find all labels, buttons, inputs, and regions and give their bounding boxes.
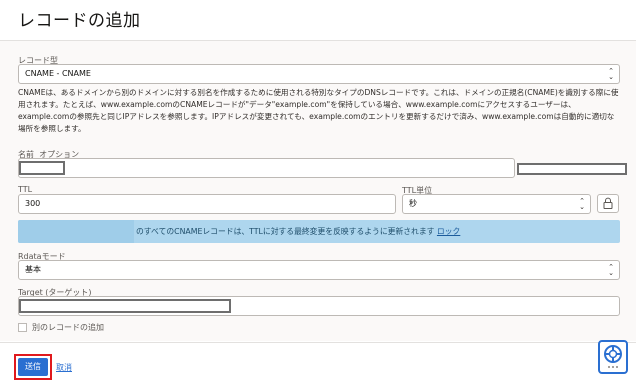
lock-link[interactable]: ロック [437,227,460,236]
ttl-lock-button[interactable] [597,194,619,213]
record-type-value: CNAME - CNAME [25,69,91,78]
name-input[interactable] [18,158,515,178]
cancel-link[interactable]: 取消 [56,362,72,373]
help-lifebuoy-icon [604,345,622,368]
ttl-input[interactable]: 300 [18,194,396,214]
ttl-label: TTL [18,185,33,194]
dialog-header: レコードの追加 [0,0,636,41]
lock-icon [603,197,613,209]
chevron-updown-icon: ⌃ ⌄ [608,263,614,277]
redacted-zone-suffix [517,163,627,175]
ttl-value: 300 [25,199,41,208]
submit-button[interactable]: 送信 [18,358,48,376]
record-type-select[interactable]: CNAME - CNAME ⌃ ⌄ [18,64,620,84]
ttl-info-banner: のすべてのCNAMEレコードは、TTLに対する最終変更を反映するように更新されま… [18,220,620,243]
chevron-updown-icon: ⌃ ⌄ [579,197,585,211]
add-another-label: 別のレコードの追加 [32,323,104,332]
help-button[interactable] [598,340,628,374]
ttl-unit-select[interactable]: 秒 ⌃ ⌄ [402,194,591,214]
redacted-banner-prefix [18,220,134,243]
dialog-title: レコードの追加 [18,11,141,31]
redacted-name-value [19,161,65,175]
add-another-checkbox[interactable] [18,323,27,332]
redacted-target-value [19,299,231,313]
dialog-footer [0,342,636,385]
banner-text: のすべてのCNAMEレコードは、TTLに対する最終変更を反映するように更新されま… [136,226,460,237]
rdata-mode-value: 基本 [25,265,41,274]
chevron-updown-icon: ⌃ ⌄ [608,67,614,81]
add-record-dialog: レコードの追加 レコード型 CNAME - CNAME ⌃ ⌄ CNAMEは、ある… [0,0,636,385]
target-input[interactable] [18,296,620,316]
cname-description: CNAMEは、あるドメインから別のドメインに対する別名を作成するために使用される… [18,88,619,133]
banner-message: のすべてのCNAMEレコードは、TTLに対する最終変更を反映するように更新されま… [136,227,435,236]
ttl-unit-value: 秒 [409,199,417,208]
rdata-mode-select[interactable]: 基本 ⌃ ⌄ [18,260,620,280]
